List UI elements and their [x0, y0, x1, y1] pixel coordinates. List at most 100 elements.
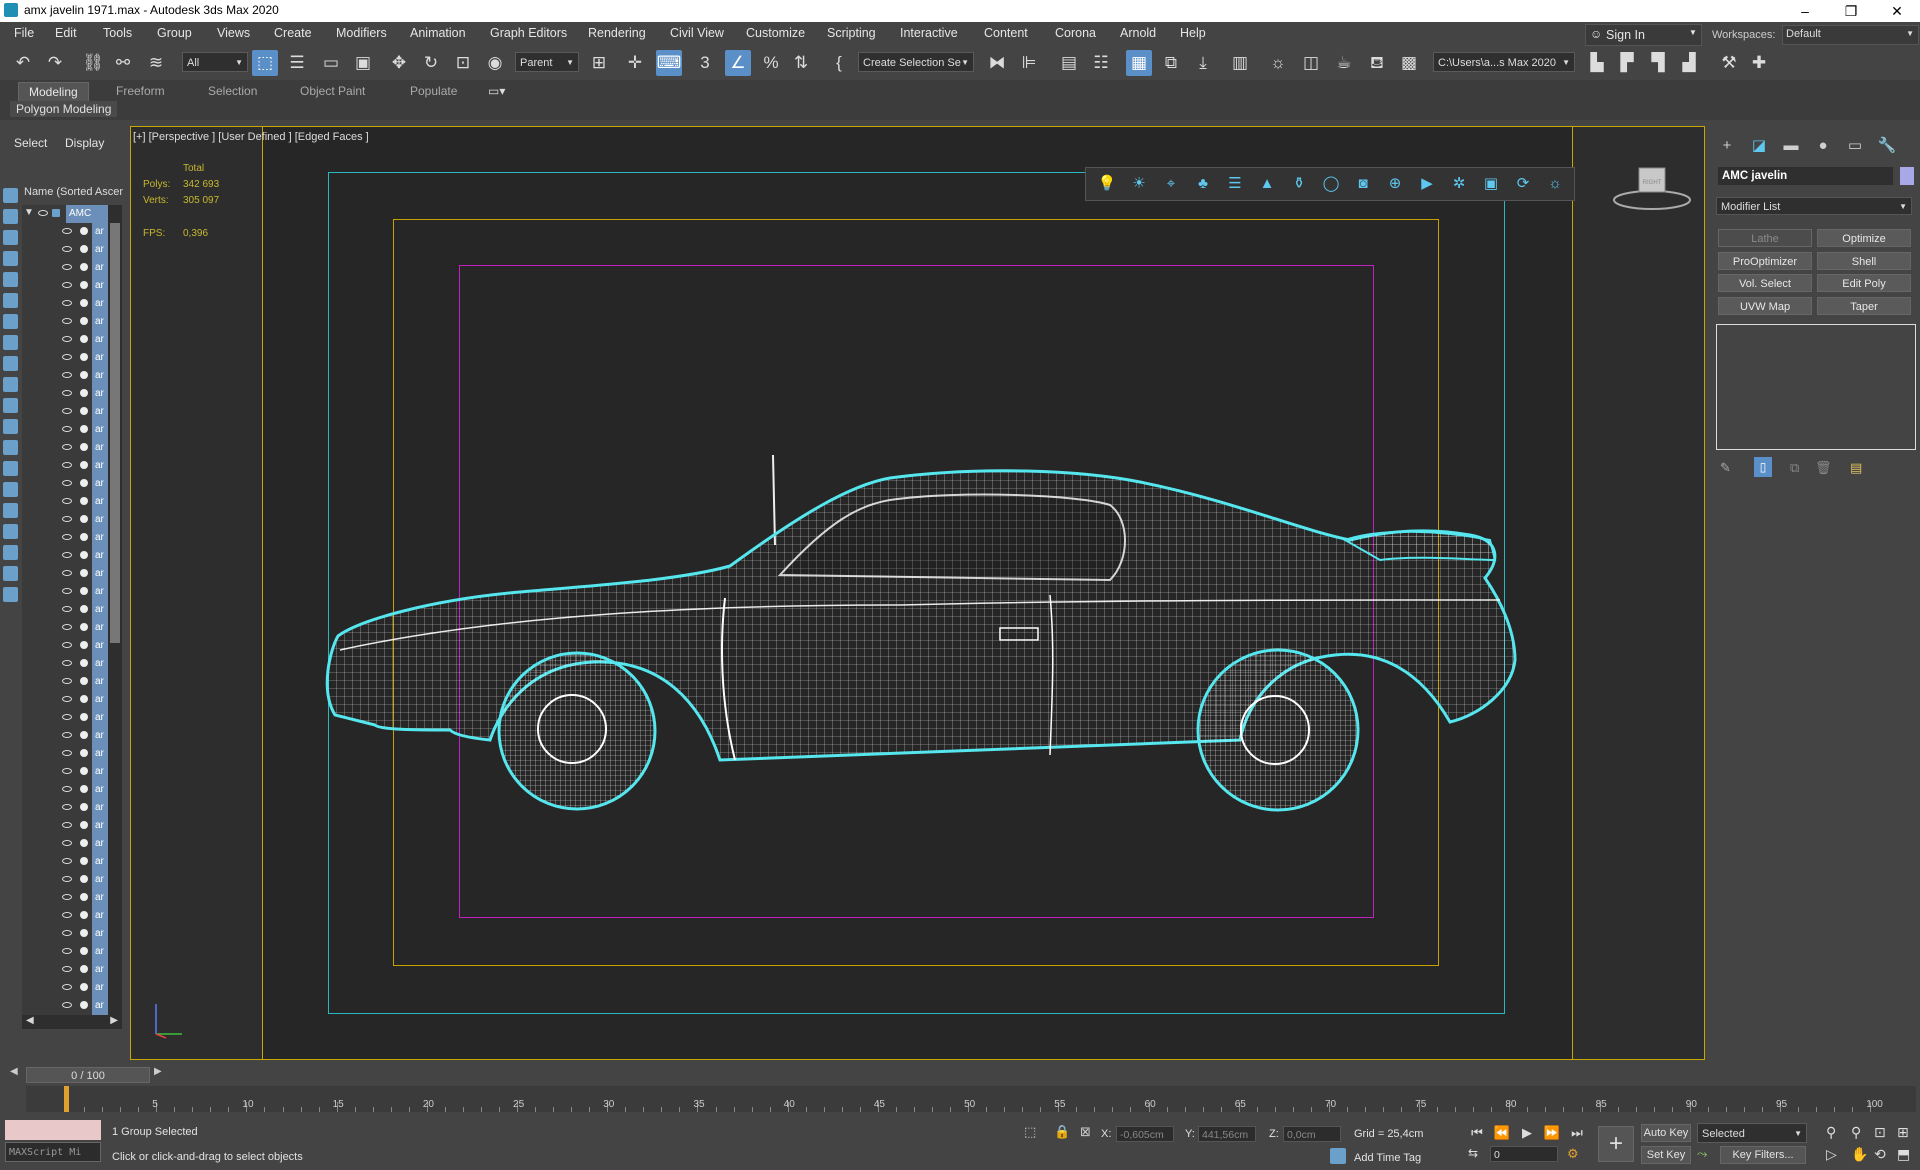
eye-icon[interactable] — [62, 516, 72, 522]
render-toggle-icon[interactable] — [80, 767, 88, 775]
explorer-filter-icon[interactable] — [3, 419, 18, 434]
menu-animation[interactable]: Animation — [410, 26, 466, 40]
go-to-start-icon[interactable]: ⏮ — [1468, 1124, 1486, 1142]
list-item[interactable]: ar — [22, 817, 122, 835]
time-prev-icon[interactable]: ◀ — [10, 1066, 18, 1077]
polygon-modeling-panel[interactable]: Polygon Modeling — [10, 101, 118, 117]
list-item[interactable]: ar — [22, 745, 122, 763]
explorer-horizontal-scrollbar[interactable]: ◀ ▶ — [22, 1015, 122, 1029]
minimize-button[interactable]: – — [1782, 0, 1828, 22]
selection-filter-dropdown[interactable]: All ▼ — [182, 52, 248, 72]
menu-group[interactable]: Group — [157, 26, 192, 40]
eye-icon[interactable] — [62, 552, 72, 558]
modify-tab-icon[interactable]: ◪ — [1749, 136, 1769, 156]
rotate-icon[interactable]: ↻ — [418, 50, 444, 76]
schematic-view-icon[interactable]: ⧉ — [1158, 50, 1184, 76]
move-icon[interactable]: ✥ — [386, 50, 412, 76]
eye-icon[interactable] — [62, 822, 72, 828]
eye-icon[interactable] — [62, 408, 72, 414]
eye-icon[interactable] — [62, 876, 72, 882]
render-toggle-icon[interactable] — [80, 911, 88, 919]
menu-corona[interactable]: Corona — [1055, 26, 1096, 40]
plus-tool-icon[interactable]: ✚ — [1746, 50, 1772, 76]
render-toggle-icon[interactable] — [80, 533, 88, 541]
redo-icon[interactable]: ↷ — [42, 50, 68, 76]
eye-icon[interactable] — [62, 462, 72, 468]
render-setup-icon[interactable]: ▥ — [1227, 50, 1253, 76]
render-toggle-icon[interactable] — [80, 857, 88, 865]
render-toggle-icon[interactable] — [80, 893, 88, 901]
menu-help[interactable]: Help — [1180, 26, 1206, 40]
list-item[interactable]: ar — [22, 313, 122, 331]
next-frame-icon[interactable]: ⏩ — [1543, 1124, 1561, 1142]
list-item[interactable]: ar — [22, 871, 122, 889]
eye-icon[interactable] — [62, 966, 72, 972]
menu-views[interactable]: Views — [217, 26, 250, 40]
mirror-icon[interactable]: ⧓ — [984, 50, 1010, 76]
eye-icon[interactable] — [62, 948, 72, 954]
list-item[interactable]: ar — [22, 907, 122, 925]
explorer-filter-icon[interactable] — [3, 545, 18, 560]
list-item[interactable]: ar — [22, 349, 122, 367]
eye-icon[interactable] — [62, 732, 72, 738]
explorer-filter-icon[interactable] — [3, 587, 18, 602]
maxscript-mini-listener[interactable]: MAXScript Mi — [5, 1142, 101, 1162]
eye-icon[interactable] — [62, 354, 72, 360]
modifier-button-lathe[interactable]: Lathe — [1718, 229, 1812, 247]
tab-display[interactable]: Display — [65, 136, 104, 150]
modifier-list-dropdown[interactable]: Modifier List ▼ — [1716, 197, 1912, 215]
list-icon[interactable]: ☰ — [1225, 174, 1245, 194]
target-icon[interactable]: ⊕ — [1385, 174, 1405, 194]
list-item[interactable]: ar — [22, 385, 122, 403]
bind-space-warp-icon[interactable]: ≋ — [143, 50, 169, 76]
eye-icon[interactable] — [62, 264, 72, 270]
restore-button[interactable]: ❐ — [1828, 0, 1874, 22]
sign-in-dropdown[interactable]: ☺ Sign In ▼ — [1585, 24, 1702, 46]
snaps-toggle-icon[interactable]: 3 — [692, 50, 718, 76]
select-by-name-icon[interactable]: ☰ — [284, 50, 310, 76]
render-toggle-icon[interactable] — [80, 1001, 88, 1009]
camera-icon[interactable]: ⌖ — [1161, 174, 1181, 194]
workspace-dropdown[interactable]: Default ▼ — [1782, 25, 1919, 45]
list-item[interactable]: ar — [22, 583, 122, 601]
orbit-view-icon[interactable]: ⟲ — [1874, 1146, 1886, 1163]
explorer-filter-icon[interactable] — [3, 461, 18, 476]
list-item[interactable]: ar — [22, 943, 122, 961]
absolute-mode-icon[interactable]: ⊠ — [1080, 1124, 1091, 1140]
render-toggle-icon[interactable] — [80, 983, 88, 991]
menu-arnold[interactable]: Arnold — [1120, 26, 1156, 40]
render-toggle-icon[interactable] — [80, 389, 88, 397]
render-toggle-icon[interactable] — [80, 947, 88, 955]
eye-icon[interactable] — [62, 1002, 72, 1008]
pivot-center-icon[interactable]: ⊞ — [586, 50, 612, 76]
eye-icon[interactable] — [62, 714, 72, 720]
eye-icon[interactable] — [62, 894, 72, 900]
eye-icon[interactable] — [62, 804, 72, 810]
set-key-button[interactable]: Set Key — [1641, 1146, 1691, 1164]
tab-modeling[interactable]: Modeling — [18, 82, 89, 102]
key-mode-dropdown[interactable]: Selected ▼ — [1697, 1123, 1807, 1143]
list-item[interactable]: ar — [22, 889, 122, 907]
zoom-extents-icon[interactable]: ⊡ — [1874, 1124, 1886, 1141]
isolate-selection-icon[interactable]: ⬚ — [1024, 1124, 1036, 1140]
render-toggle-icon[interactable] — [80, 605, 88, 613]
list-item[interactable]: ar — [22, 259, 122, 277]
list-item[interactable]: ar — [22, 673, 122, 691]
tab-freeform[interactable]: Freeform — [116, 84, 165, 98]
time-next-icon[interactable]: ▶ — [154, 1066, 162, 1077]
eye-icon[interactable] — [62, 678, 72, 684]
render-toggle-icon[interactable] — [80, 731, 88, 739]
list-item[interactable]: ar — [22, 421, 122, 439]
list-item[interactable]: ar — [22, 727, 122, 745]
eye-icon[interactable] — [62, 390, 72, 396]
eye-icon[interactable] — [62, 498, 72, 504]
render-toggle-icon[interactable] — [80, 281, 88, 289]
select-manipulate-icon[interactable]: ✛ — [622, 50, 648, 76]
modifier-button-uvw-map[interactable]: UVW Map — [1718, 297, 1812, 315]
eye-icon[interactable] — [62, 570, 72, 576]
list-item[interactable]: ar — [22, 295, 122, 313]
render-toggle-icon[interactable] — [80, 641, 88, 649]
render-toggle-icon[interactable] — [80, 317, 88, 325]
menu-customize[interactable]: Customize — [746, 26, 805, 40]
list-item[interactable]: ar — [22, 367, 122, 385]
